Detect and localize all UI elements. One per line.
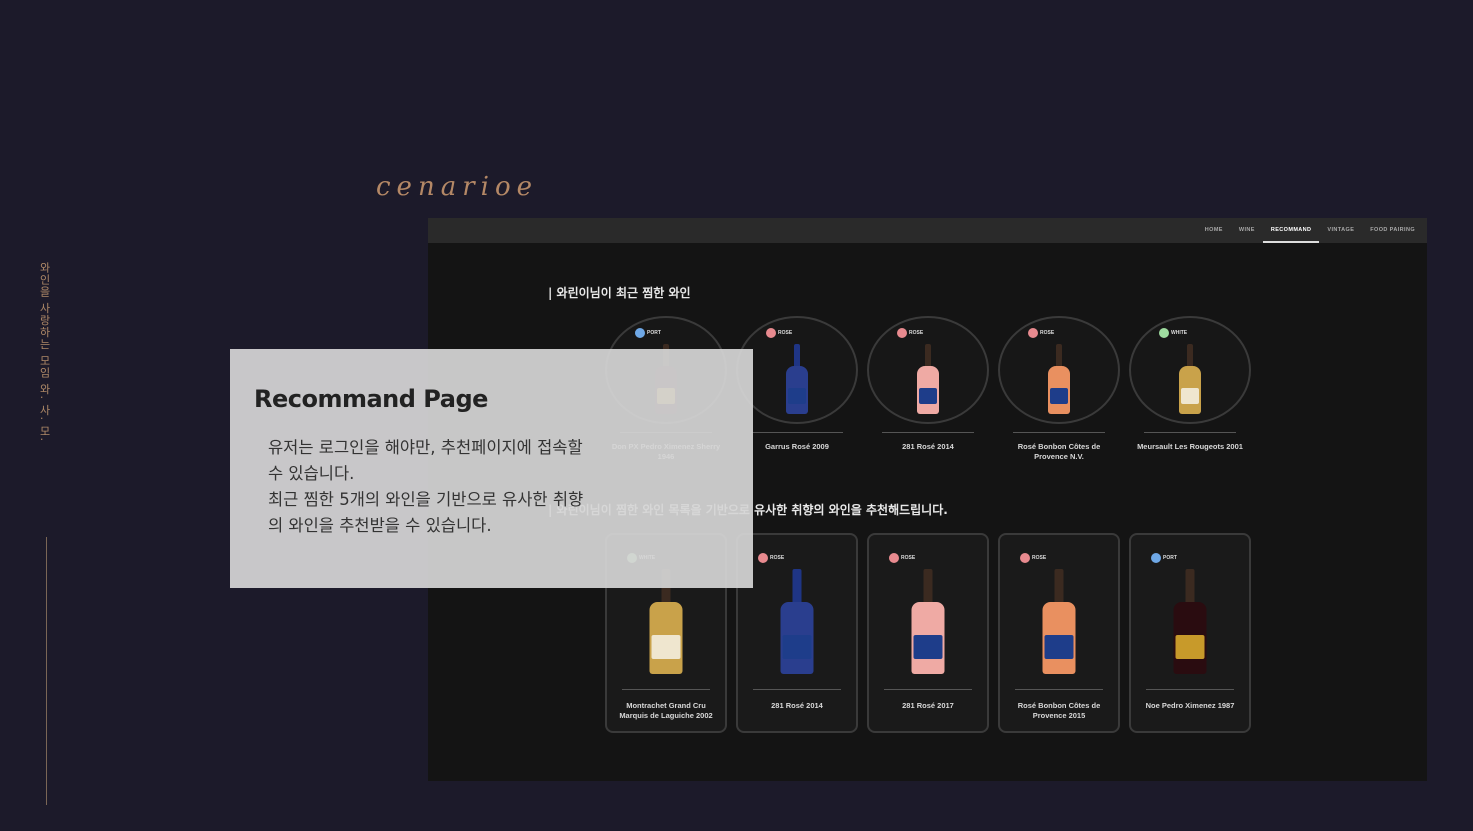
wine-name: Rosé Bonbon Côtes de Provence 2015 — [1017, 701, 1101, 720]
card-divider — [882, 432, 974, 433]
card-divider — [753, 689, 841, 690]
nav-recommand[interactable]: RECOMMAND — [1262, 218, 1320, 243]
side-divider-line — [46, 537, 47, 805]
wine-type-dot-icon — [1159, 328, 1169, 338]
overlay-body: 유저는 로그인을 해야만, 추천페이지에 접속할 수 있습니다. 최근 찜한 5… — [268, 435, 598, 539]
recent-wine-card[interactable]: ROSE Garrus Rosé 2009 — [736, 316, 858, 462]
recommended-wine-card[interactable]: ROSE 281 Rosé 2014 — [736, 533, 858, 733]
wine-bottle-image — [1042, 569, 1076, 674]
recommended-wine-card[interactable]: PORT Noe Pedro Ximenez 1987 — [1129, 533, 1251, 733]
wine-bottle-image — [786, 344, 808, 414]
card-divider — [622, 689, 710, 690]
wine-type-badge: ROSE — [758, 553, 784, 563]
side-vertical-text: 와인을 사랑하는 모임 와. 사. 모. — [38, 262, 51, 442]
wine-name: Rosé Bonbon Côtes de Provence N.V. — [1017, 442, 1101, 461]
brand-logo: cenarioe — [376, 172, 538, 202]
card-divider — [1013, 432, 1105, 433]
card-divider — [1144, 432, 1236, 433]
overlay-line-1: 유저는 로그인을 해야만, 추천페이지에 접속할 수 있습니다. — [268, 438, 583, 483]
wine-name: 281 Rosé 2014 — [771, 701, 823, 710]
card-divider — [1015, 689, 1103, 690]
recommended-wine-card[interactable]: ROSE Rosé Bonbon Côtes de Provence 2015 — [998, 533, 1120, 733]
wine-bottle-image — [780, 569, 814, 674]
wine-type-badge: PORT — [1151, 553, 1177, 563]
wine-type-dot-icon — [889, 553, 899, 563]
wine-name: 281 Rosé 2014 — [902, 442, 954, 451]
wine-type-dot-icon — [758, 553, 768, 563]
wine-type-dot-icon — [1020, 553, 1030, 563]
wine-type-dot-icon — [897, 328, 907, 338]
nav-home[interactable]: HOME — [1197, 218, 1231, 243]
wine-type-badge: ROSE — [889, 553, 915, 563]
nav-vintage[interactable]: VINTAGE — [1319, 218, 1362, 243]
description-overlay: Recommand Page 유저는 로그인을 해야만, 추천페이지에 접속할 … — [230, 349, 753, 588]
wine-type-badge: ROSE — [897, 328, 923, 338]
recent-wine-card[interactable]: ROSE 281 Rosé 2014 — [867, 316, 989, 462]
recent-wine-card[interactable]: ROSE Rosé Bonbon Côtes de Provence N.V. — [998, 316, 1120, 462]
wine-type-badge: ROSE — [1020, 553, 1046, 563]
wine-name: 281 Rosé 2017 — [902, 701, 954, 710]
wine-type-dot-icon — [1151, 553, 1161, 563]
card-divider — [884, 689, 972, 690]
wine-name: Garrus Rosé 2009 — [765, 442, 829, 451]
card-divider — [751, 432, 843, 433]
wine-name: Noe Pedro Ximenez 1987 — [1145, 701, 1235, 710]
wine-type-badge: ROSE — [766, 328, 792, 338]
nav-wine[interactable]: WINE — [1231, 218, 1263, 243]
wine-name: Meursault Les Rougeots 2001 — [1137, 442, 1243, 451]
wine-name: Montrachet Grand Cru Marquis de Laguiche… — [619, 701, 713, 720]
wine-bottle-image — [917, 344, 939, 414]
nav-food-pairing[interactable]: FOOD PAIRING — [1362, 218, 1423, 243]
wine-bottle-image — [1179, 344, 1201, 414]
wine-type-badge: ROSE — [1028, 328, 1054, 338]
wine-bottle-image — [1048, 344, 1070, 414]
top-nav: HOME WINE RECOMMAND VINTAGE FOOD PAIRING — [428, 218, 1427, 243]
wine-type-dot-icon — [1028, 328, 1038, 338]
recommended-wine-card[interactable]: ROSE 281 Rosé 2017 — [867, 533, 989, 733]
wine-type-dot-icon — [635, 328, 645, 338]
wine-bottle-image — [1173, 569, 1207, 674]
wine-type-dot-icon — [766, 328, 776, 338]
section-recent-title: | 와린이님이 최근 찜한 와인 — [548, 286, 691, 300]
overlay-title: Recommand Page — [254, 385, 488, 413]
wine-type-badge: PORT — [635, 328, 661, 338]
overlay-line-2: 최근 찜한 5개의 와인을 기반으로 유사한 취향의 와인을 추천받을 수 있습… — [268, 490, 584, 535]
wine-bottle-image — [911, 569, 945, 674]
recent-wine-card[interactable]: WHITE Meursault Les Rougeots 2001 — [1129, 316, 1251, 462]
wine-type-badge: WHITE — [1159, 328, 1187, 338]
card-divider — [1146, 689, 1234, 690]
